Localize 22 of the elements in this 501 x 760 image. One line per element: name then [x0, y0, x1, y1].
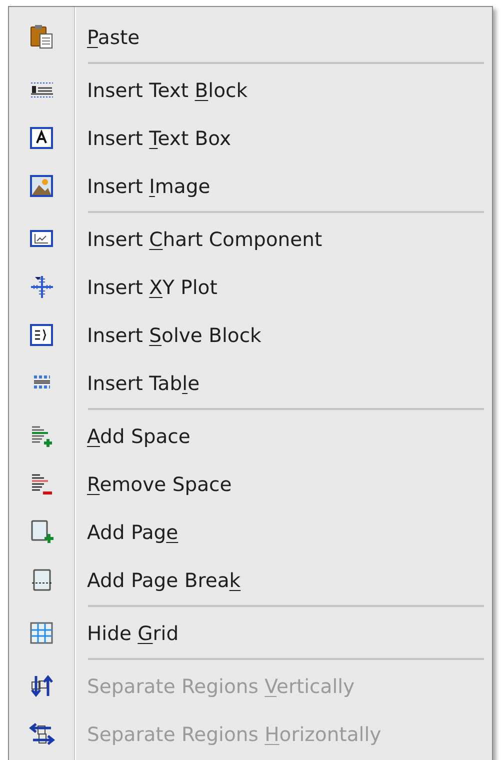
menu-item[interactable]: Paste: [9, 13, 492, 61]
text-box-icon: [29, 125, 55, 151]
grid-icon: [29, 620, 55, 646]
menu-item[interactable]: Insert Table: [9, 359, 492, 407]
menu-item[interactable]: Insert Image: [9, 162, 492, 210]
menu-item[interactable]: Insert Chart Component: [9, 215, 492, 263]
menu-item[interactable]: Insert XY Plot: [9, 263, 492, 311]
vertical-arrows-icon: [29, 673, 55, 699]
menu-item[interactable]: Remove Space: [9, 460, 492, 508]
menu-item[interactable]: Add Page Break: [9, 556, 492, 604]
add-page-icon: [29, 519, 55, 545]
menu-item[interactable]: Insert Solve Block: [9, 311, 492, 359]
solve-block-icon: [29, 322, 55, 348]
plot-axes-icon: [29, 274, 55, 300]
menu-item[interactable]: Add Space: [9, 412, 492, 460]
horizontal-arrows-icon: [29, 721, 55, 747]
menu-item[interactable]: Add Page: [9, 508, 492, 556]
menu-item[interactable]: Insert Text Box: [9, 114, 492, 162]
clipboard-icon: [29, 24, 55, 50]
menu-item[interactable]: Insert Text Block: [9, 66, 492, 114]
image-icon: [29, 173, 55, 199]
menu-item[interactable]: Hide Grid: [9, 609, 492, 657]
